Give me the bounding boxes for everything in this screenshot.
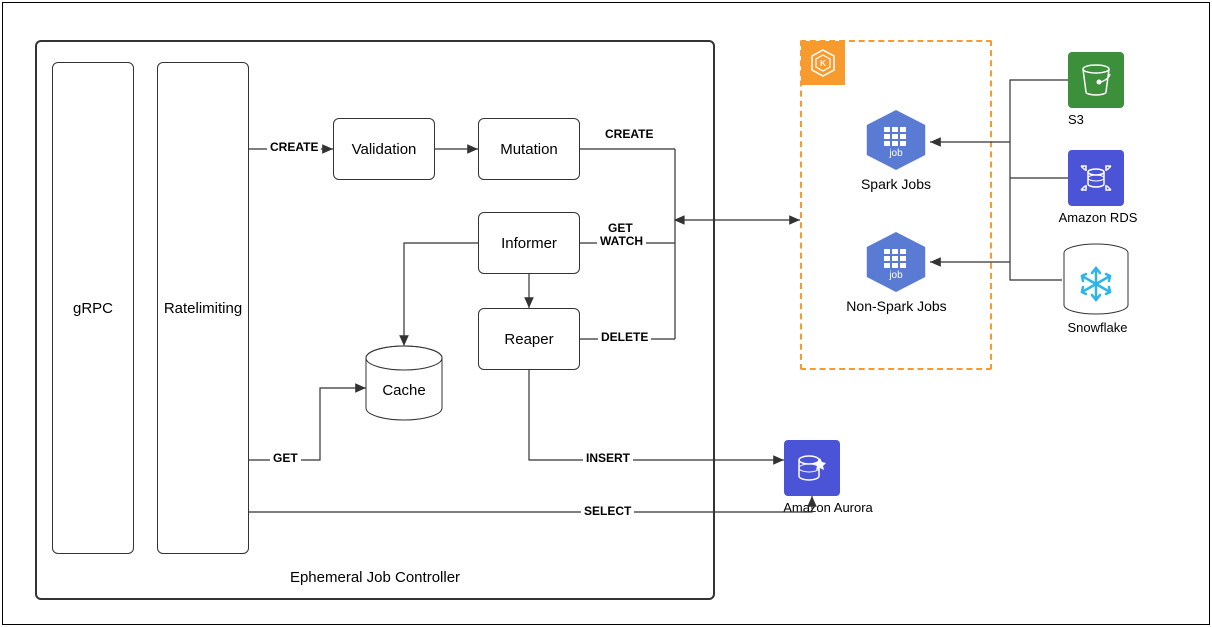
eks-icon: K (801, 41, 845, 85)
mutation-node: Mutation (478, 118, 580, 180)
edge-label-get-2: GET (270, 452, 301, 465)
grpc-block: gRPC (52, 62, 134, 554)
edge-label-create-1: CREATE (267, 141, 321, 154)
validation-node: Validation (333, 118, 435, 180)
edge-label-delete: DELETE (598, 331, 651, 344)
s3-icon (1068, 52, 1124, 108)
rds-icon (1068, 150, 1124, 206)
ratelimiting-block: Ratelimiting (157, 62, 249, 554)
svg-text:K: K (820, 59, 826, 68)
aurora-icon (784, 440, 840, 496)
spark-jobs-label: Spark Jobs (840, 176, 952, 192)
kubernetes-cluster-box: K (800, 40, 992, 370)
edge-label-select: SELECT (581, 505, 634, 518)
cache-label: Cache (379, 382, 429, 399)
edge-label-insert: INSERT (583, 452, 633, 465)
s3-label: S3 (1068, 112, 1124, 127)
aurora-label: Amazon Aurora (773, 500, 883, 515)
reaper-node: Reaper (478, 308, 580, 370)
snowflake-label: Snowflake (1060, 320, 1135, 335)
rds-label: Amazon RDS (1053, 210, 1143, 225)
nonspark-jobs-label: Non-Spark Jobs (829, 298, 964, 314)
controller-title: Ephemeral Job Controller (37, 569, 713, 586)
edge-label-watch: WATCH (597, 235, 646, 248)
informer-node: Informer (478, 212, 580, 274)
edge-label-create-2: CREATE (602, 128, 656, 141)
